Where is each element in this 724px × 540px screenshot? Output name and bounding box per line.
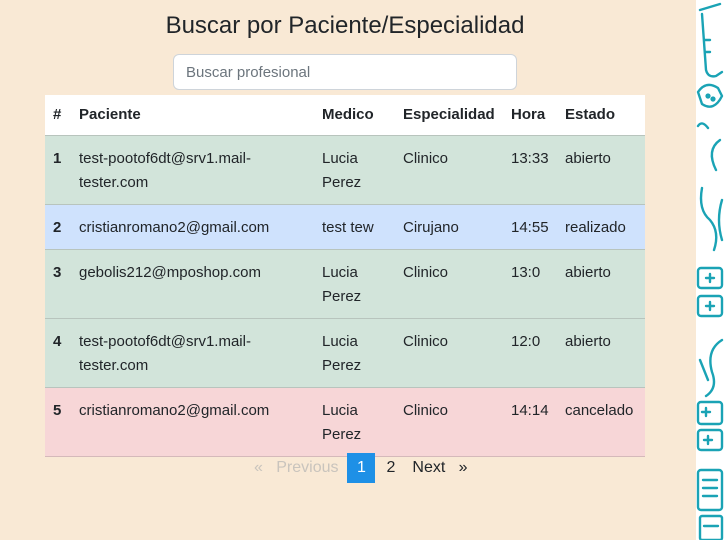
- search-input[interactable]: [173, 54, 517, 90]
- row-number: 2: [45, 204, 71, 250]
- pagination: « Previous 1 2 Next »: [246, 453, 472, 483]
- table-row: 5 cristianromano2@gmail.com Lucia Perez …: [45, 387, 645, 457]
- test-tube-icon: [698, 2, 724, 78]
- cell-especialidad: Cirujano: [395, 204, 503, 250]
- decorative-medical-pattern: [696, 0, 724, 540]
- table-body: 1 test-pootof6dt@srv1.mail-tester.com Lu…: [45, 135, 645, 457]
- cell-hora: 14:14: [503, 387, 557, 457]
- column-header-estado: Estado: [557, 95, 645, 136]
- bandage-icon: [696, 83, 724, 130]
- header-row: # Paciente Medico Especialidad Hora Esta…: [45, 95, 645, 136]
- cell-hora: 13:0: [503, 249, 557, 319]
- cell-medico: Lucia Perez: [314, 387, 395, 457]
- cell-estado: abierto: [557, 135, 645, 205]
- page-1-button[interactable]: 1: [347, 453, 376, 483]
- cell-especialidad: Clinico: [395, 387, 503, 457]
- table-header: # Paciente Medico Especialidad Hora Esta…: [45, 95, 645, 136]
- column-header-number: #: [45, 95, 71, 136]
- cell-paciente: cristianromano2@gmail.com: [71, 387, 314, 457]
- cell-paciente: test-pootof6dt@srv1.mail-tester.com: [71, 135, 314, 205]
- table-row: 1 test-pootof6dt@srv1.mail-tester.com Lu…: [45, 135, 645, 205]
- stethoscope-icon: [699, 138, 724, 252]
- cell-paciente: test-pootof6dt@srv1.mail-tester.com: [71, 318, 314, 388]
- row-number: 5: [45, 387, 71, 457]
- column-header-especialidad: Especialidad: [395, 95, 503, 136]
- cell-especialidad: Clinico: [395, 135, 503, 205]
- capsule-icon: [698, 338, 724, 398]
- page: Buscar por Paciente/Especialidad # Pacie…: [0, 0, 724, 540]
- cell-paciente: gebolis212@mposhop.com: [71, 249, 314, 319]
- row-number: 1: [45, 135, 71, 205]
- medical-kit-icon: [696, 400, 724, 452]
- appointments-table: # Paciente Medico Especialidad Hora Esta…: [45, 95, 645, 457]
- cell-hora: 13:33: [503, 135, 557, 205]
- cell-paciente: cristianromano2@gmail.com: [71, 204, 314, 250]
- cell-estado: realizado: [557, 204, 645, 250]
- cell-hora: 12:0: [503, 318, 557, 388]
- cell-estado: abierto: [557, 318, 645, 388]
- row-number: 3: [45, 249, 71, 319]
- page-2-button[interactable]: 2: [375, 459, 408, 477]
- cell-medico: Lucia Perez: [314, 318, 395, 388]
- cell-medico: Lucia Perez: [314, 135, 395, 205]
- page-title: Buscar por Paciente/Especialidad: [165, 12, 525, 39]
- clipboard-icon: [696, 468, 724, 540]
- row-number: 4: [45, 318, 71, 388]
- medical-kit-icon: [696, 266, 724, 318]
- cell-hora: 14:55: [503, 204, 557, 250]
- table-row: 4 test-pootof6dt@srv1.mail-tester.com Lu…: [45, 318, 645, 388]
- column-header-hora: Hora: [503, 95, 557, 136]
- cell-especialidad: Clinico: [395, 249, 503, 319]
- column-header-paciente: Paciente: [71, 95, 314, 136]
- cell-estado: cancelado: [557, 387, 645, 457]
- next-page-button[interactable]: Next »: [408, 459, 471, 477]
- previous-page-button: « Previous: [254, 459, 339, 476]
- cell-estado: abierto: [557, 249, 645, 319]
- cell-especialidad: Clinico: [395, 318, 503, 388]
- table-row: 3 gebolis212@mposhop.com Lucia Perez Cli…: [45, 249, 645, 319]
- column-header-medico: Medico: [314, 95, 395, 136]
- cell-medico: Lucia Perez: [314, 249, 395, 319]
- table-row: 2 cristianromano2@gmail.com test tew Cir…: [45, 204, 645, 250]
- cell-medico: test tew: [314, 204, 395, 250]
